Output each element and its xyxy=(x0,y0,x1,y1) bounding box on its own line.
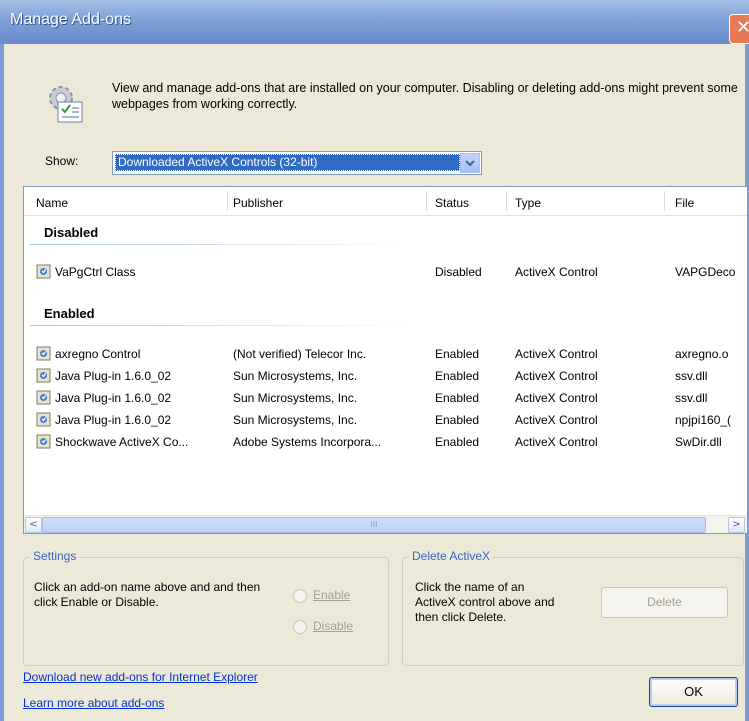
download-addons-link[interactable]: Download new add-ons for Internet Explor… xyxy=(23,670,258,684)
list-item[interactable]: Java Plug-in 1.6.0_02 Sun Microsystems, … xyxy=(24,409,747,431)
item-status: Enabled xyxy=(435,435,480,449)
activex-icon xyxy=(36,368,51,383)
item-file: SwDir.dll xyxy=(675,435,722,449)
item-name: Java Plug-in 1.6.0_02 xyxy=(55,413,172,427)
delete-activex-legend: Delete ActiveX xyxy=(409,549,494,563)
item-type: ActiveX Control xyxy=(515,265,598,279)
item-type: ActiveX Control xyxy=(515,347,598,361)
activex-icon xyxy=(36,390,51,405)
radio-circle-icon xyxy=(293,588,307,603)
list-item[interactable]: VaPgCtrl Class Disabled ActiveX Control … xyxy=(24,261,747,283)
enable-label: Enable xyxy=(313,588,351,602)
item-name: Shockwave ActiveX Co... xyxy=(55,435,189,449)
item-file: axregno.o xyxy=(675,347,729,361)
column-type[interactable]: Type xyxy=(515,196,541,210)
column-publisher[interactable]: Publisher xyxy=(233,196,283,210)
activex-icon xyxy=(36,264,51,279)
item-status: Disabled xyxy=(435,265,482,279)
column-name[interactable]: Name xyxy=(36,196,68,210)
scroll-thumb[interactable]: III xyxy=(42,517,706,533)
item-publisher: Sun Microsystems, Inc. xyxy=(233,391,358,405)
activex-icon xyxy=(36,412,51,427)
settings-help-text: Click an add-on name above and and then … xyxy=(34,580,261,609)
column-file[interactable]: File xyxy=(675,196,694,210)
item-status: Enabled xyxy=(435,391,480,405)
list-item[interactable]: axregno Control (Not verified) Telecor I… xyxy=(24,343,747,365)
item-publisher: Adobe Systems Incorpora... xyxy=(233,435,382,449)
manage-addons-window: Manage Add-ons ✕ View and manage add-ons… xyxy=(0,0,749,721)
disable-radio[interactable]: Disable xyxy=(293,619,353,634)
window-frame-left xyxy=(0,44,4,721)
group-header-disabled: Disabled xyxy=(44,225,99,240)
column-divider[interactable] xyxy=(664,191,665,211)
item-type: ActiveX Control xyxy=(515,435,598,449)
item-name: axregno Control xyxy=(55,347,141,361)
item-type: ActiveX Control xyxy=(515,391,598,405)
addons-gear-icon xyxy=(49,86,83,123)
item-name: Java Plug-in 1.6.0_02 xyxy=(55,369,172,383)
scroll-right-icon[interactable]: > xyxy=(728,517,745,533)
item-type: ActiveX Control xyxy=(515,413,598,427)
item-status: Enabled xyxy=(435,369,480,383)
activex-icon xyxy=(36,434,51,449)
delete-help-text: Click the name of an ActiveX control abo… xyxy=(415,580,555,624)
column-divider[interactable] xyxy=(227,191,228,211)
scroll-left-icon[interactable]: < xyxy=(25,517,42,533)
ok-button[interactable]: OK xyxy=(649,677,738,707)
show-dropdown[interactable]: Downloaded ActiveX Controls (32-bit) xyxy=(112,151,482,175)
item-file: ssv.dll xyxy=(675,391,708,405)
item-status: Enabled xyxy=(435,347,480,361)
column-divider[interactable] xyxy=(506,191,507,211)
item-file: npjpi160_( xyxy=(675,413,732,427)
group-header-enabled: Enabled xyxy=(44,306,95,321)
enable-radio[interactable]: Enable xyxy=(293,588,350,603)
disable-label: Disable xyxy=(313,619,354,633)
close-icon[interactable]: ✕ xyxy=(729,14,749,44)
list-item[interactable]: Java Plug-in 1.6.0_02 Sun Microsystems, … xyxy=(24,365,747,387)
item-type: ActiveX Control xyxy=(515,369,598,383)
column-header: Name Publisher Status Type File xyxy=(24,187,747,216)
list-item[interactable]: Shockwave ActiveX Co... Adobe Systems In… xyxy=(24,431,747,453)
item-publisher: (Not verified) Telecor Inc. xyxy=(233,347,367,361)
horizontal-scrollbar[interactable]: < III > xyxy=(24,515,747,533)
column-status[interactable]: Status xyxy=(435,196,469,210)
chevron-down-icon[interactable] xyxy=(460,153,480,173)
item-status: Enabled xyxy=(435,413,480,427)
addons-list[interactable]: Name Publisher Status Type File Disabled… xyxy=(23,186,748,534)
item-file: ssv.dll xyxy=(675,369,708,383)
window-title: Manage Add-ons xyxy=(10,11,131,28)
column-divider[interactable] xyxy=(426,191,427,211)
show-label: Show: xyxy=(45,154,79,168)
group-divider xyxy=(30,325,415,326)
learn-more-link[interactable]: Learn more about add-ons xyxy=(23,696,164,710)
delete-button[interactable]: Delete xyxy=(601,587,728,618)
settings-legend: Settings xyxy=(30,549,80,563)
item-name: Java Plug-in 1.6.0_02 xyxy=(55,391,172,405)
group-divider xyxy=(30,244,415,245)
list-item[interactable]: Java Plug-in 1.6.0_02 Sun Microsystems, … xyxy=(24,387,747,409)
activex-icon xyxy=(36,346,51,361)
settings-group: Settings Click an add-on name above and … xyxy=(23,549,389,666)
radio-circle-icon xyxy=(293,619,307,634)
item-file: VAPGDeco xyxy=(675,265,736,279)
title-bar[interactable]: Manage Add-ons ✕ xyxy=(0,0,749,44)
item-name: VaPgCtrl Class xyxy=(55,265,136,279)
item-publisher: Sun Microsystems, Inc. xyxy=(233,369,358,383)
header-description: View and manage add-ons that are install… xyxy=(112,81,738,111)
item-publisher: Sun Microsystems, Inc. xyxy=(233,413,358,427)
show-dropdown-value[interactable]: Downloaded ActiveX Controls (32-bit) xyxy=(115,154,460,171)
